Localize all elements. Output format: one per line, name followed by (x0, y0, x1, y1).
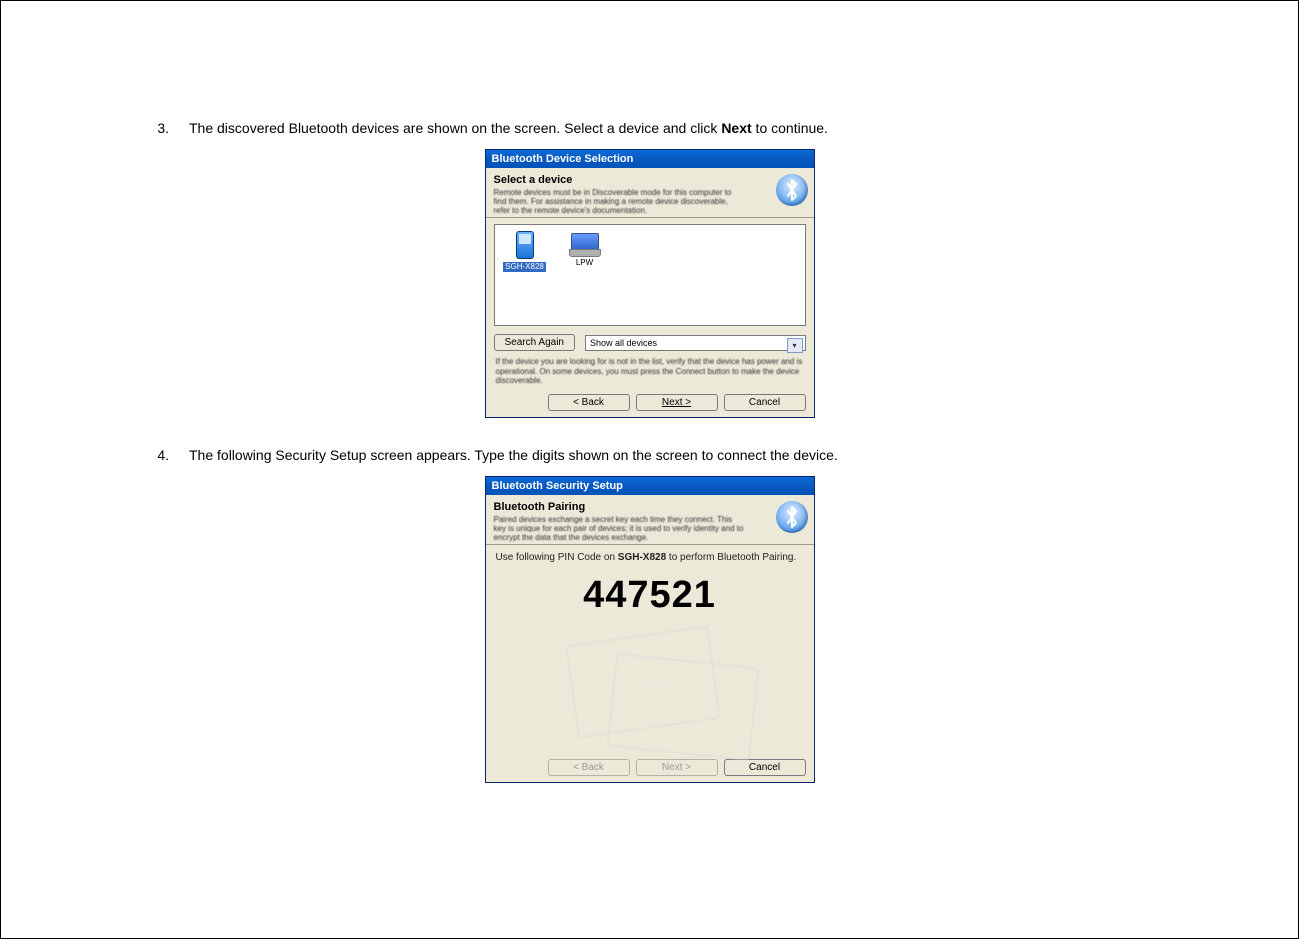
screenshot-security-setup: Bluetooth Security Setup Bluetooth Pairi… (119, 476, 1180, 784)
dialog2-body: Use following PIN Code on SGH-X828 to pe… (486, 545, 814, 755)
device-2-label: LPW (574, 258, 595, 268)
dialog1-hint: If the device you are looking for is not… (496, 357, 804, 386)
dialog2-heading: Bluetooth Pairing (494, 501, 770, 513)
dialog-security-setup: Bluetooth Security Setup Bluetooth Pairi… (485, 476, 815, 784)
bluetooth-icon (776, 174, 808, 206)
next-button-1[interactable]: Next > (636, 394, 718, 411)
bluetooth-icon-2 (776, 501, 808, 533)
pin-code: 447521 (496, 574, 804, 617)
step-3-number: 3. (119, 119, 189, 139)
titlebar-2: Bluetooth Security Setup (486, 477, 814, 495)
content-area: 3. The discovered Bluetooth devices are … (19, 19, 1280, 920)
dialog1-body: SGH-X828 LPW Search Again Show all devi (486, 218, 814, 390)
dialog1-heading: Select a device (494, 174, 770, 186)
step-4-text: The following Security Setup screen appe… (189, 446, 1180, 466)
pair-text-bold: SGH-X828 (618, 552, 666, 563)
dialog2-header: Bluetooth Pairing Paired devices exchang… (486, 495, 814, 546)
dialog-device-selection: Bluetooth Device Selection Select a devi… (485, 149, 815, 418)
device-1-label: SGH-X828 (503, 262, 546, 272)
dialog2-description: Paired devices exchange a secret key eac… (494, 515, 744, 543)
pair-text-b: to perform Bluetooth Pairing. (666, 552, 796, 563)
phone-icon (516, 231, 534, 259)
cancel-button-1[interactable]: Cancel (724, 394, 806, 411)
dialog1-header: Select a device Remote devices must be i… (486, 168, 814, 219)
back-button-2: < Back (548, 759, 630, 776)
laptop-icon (569, 233, 601, 255)
watermark-icon (565, 626, 721, 739)
watermark-icon-2 (606, 653, 759, 762)
step-3-text-bold: Next (721, 120, 751, 136)
chevron-down-icon: ▾ (787, 338, 803, 353)
titlebar-1: Bluetooth Device Selection (486, 150, 814, 168)
step-3-text: The discovered Bluetooth devices are sho… (189, 119, 1180, 139)
step-3-text-a: The discovered Bluetooth devices are sho… (189, 120, 721, 136)
back-button-1[interactable]: < Back (548, 394, 630, 411)
cancel-button-2[interactable]: Cancel (724, 759, 806, 776)
search-again-button[interactable]: Search Again (494, 334, 576, 351)
dialog1-buttons: < Back Next > Cancel (486, 390, 814, 417)
step-4: 4. The following Security Setup screen a… (119, 446, 1180, 466)
device-list[interactable]: SGH-X828 LPW (494, 224, 806, 326)
filter-value: Show all devices (590, 338, 657, 348)
screenshot-device-selection: Bluetooth Device Selection Select a devi… (119, 149, 1180, 418)
step-4-number: 4. (119, 446, 189, 466)
step-3: 3. The discovered Bluetooth devices are … (119, 119, 1180, 139)
pair-text-a: Use following PIN Code on (496, 552, 618, 563)
title-2: Bluetooth Security Setup (492, 480, 808, 492)
title-1: Bluetooth Device Selection (492, 153, 808, 165)
dialog1-description: Remote devices must be in Discoverable m… (494, 188, 744, 216)
device-item-laptop[interactable]: LPW (561, 231, 609, 268)
step-3-text-b: to continue. (752, 120, 828, 136)
dialog2-header-text: Bluetooth Pairing Paired devices exchang… (494, 501, 776, 543)
pairing-instruction: Use following PIN Code on SGH-X828 to pe… (496, 551, 804, 564)
document-page: 3. The discovered Bluetooth devices are … (0, 0, 1299, 939)
next-button-2: Next > (636, 759, 718, 776)
dialog1-header-text: Select a device Remote devices must be i… (494, 174, 776, 216)
device-item-phone[interactable]: SGH-X828 (501, 231, 549, 272)
dialog2-buttons: < Back Next > Cancel (486, 755, 814, 782)
search-row: Search Again Show all devices ▾ (494, 334, 806, 351)
device-filter-select[interactable]: Show all devices ▾ (585, 335, 806, 351)
